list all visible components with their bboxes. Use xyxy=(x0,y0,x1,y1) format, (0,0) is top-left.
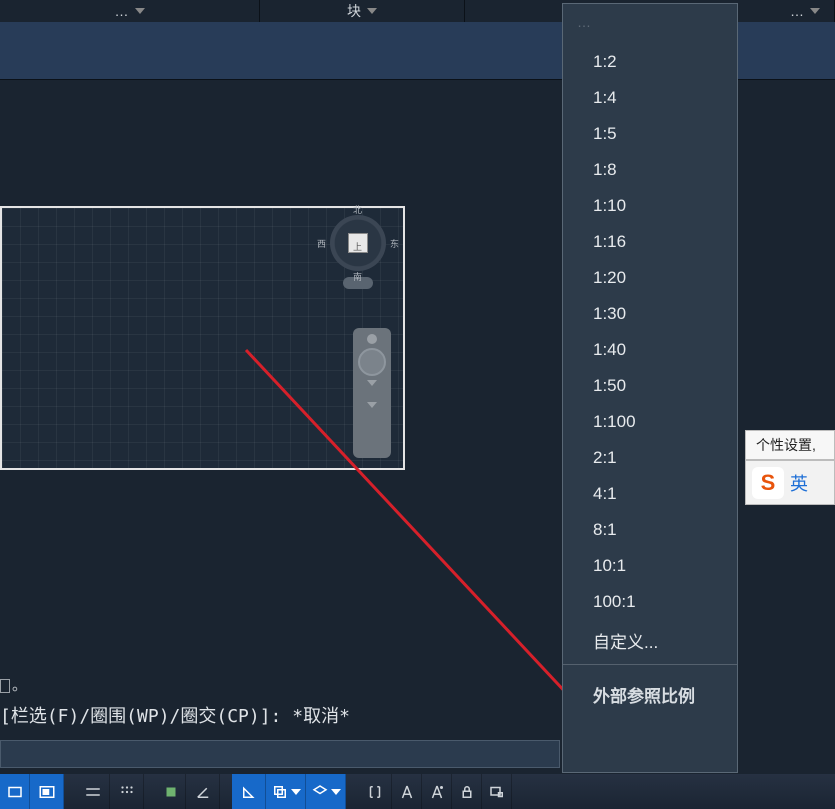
viewcube-ring[interactable]: 上 北 南 西 东 xyxy=(330,215,386,271)
viewcube-west-label: 西 xyxy=(317,237,326,250)
scale-list-dropdown: … 1:21:41:51:81:101:161:201:301:401:501:… xyxy=(562,3,738,773)
statusbar-osnap-button[interactable] xyxy=(232,774,266,809)
ime-panel-title[interactable]: 个性设置, xyxy=(745,430,835,460)
statusbar-cycling-button[interactable] xyxy=(482,774,512,809)
nav-steeringwheel-icon[interactable] xyxy=(358,348,386,376)
scale-option[interactable]: 1:20 xyxy=(563,260,737,296)
statusbar-annoauto-button[interactable] xyxy=(422,774,452,809)
viewcube-south-label: 南 xyxy=(353,270,362,283)
scale-option[interactable]: 自定义... xyxy=(563,620,737,661)
ime-language-label[interactable]: 英 xyxy=(790,470,808,496)
scale-option[interactable]: 1:2 xyxy=(563,44,737,80)
navigation-bar[interactable] xyxy=(353,328,391,458)
viewcube[interactable]: 上 北 南 西 东 xyxy=(325,215,391,295)
ribbon-group-right-label: … xyxy=(790,3,804,19)
chevron-down-icon xyxy=(331,789,341,795)
scale-option[interactable]: 1:5 xyxy=(563,116,737,152)
polar-icon xyxy=(194,783,212,801)
angle-icon xyxy=(240,783,258,801)
ribbon-group-left-label: … xyxy=(115,3,129,19)
ime-panel: 个性设置, S 英 xyxy=(745,430,835,505)
scale-list-scroll-hint: … xyxy=(577,14,591,30)
command-history-tail: 。 xyxy=(0,674,27,695)
ime-panel-body[interactable]: S 英 xyxy=(745,460,835,505)
model-tab-button[interactable] xyxy=(0,774,30,809)
isoplane-icon xyxy=(311,783,329,801)
viewcube-face-label: 上 xyxy=(353,242,362,252)
bracket-icon xyxy=(366,783,384,801)
scale-option[interactable]: 1:40 xyxy=(563,332,737,368)
command-prompt-line: [栏选(F)/圈围(WP)/圈交(CP)]: *取消* xyxy=(0,702,350,728)
statusbar-ortho-button[interactable] xyxy=(156,774,186,809)
grid-lines-icon xyxy=(84,783,102,801)
scale-option[interactable]: 10:1 xyxy=(563,548,737,584)
scale-option[interactable]: 2:1 xyxy=(563,440,737,476)
command-input[interactable] xyxy=(0,740,560,768)
model-grid[interactable]: 上 北 南 西 东 xyxy=(0,206,405,470)
ribbon-group-left[interactable]: … xyxy=(0,0,260,22)
statusbar-3dosnap-button[interactable] xyxy=(266,774,306,809)
scale-option[interactable]: 1:30 xyxy=(563,296,737,332)
compass-a2-icon xyxy=(428,783,446,801)
statusbar-lock-button[interactable] xyxy=(452,774,482,809)
statusbar-snap-button[interactable] xyxy=(110,774,144,809)
cube-snap-icon xyxy=(271,783,289,801)
cursor-box-icon xyxy=(0,679,10,693)
scale-option[interactable]: 1:16 xyxy=(563,224,737,260)
scale-option[interactable]: 1:10 xyxy=(563,188,737,224)
model-icon xyxy=(6,783,24,801)
nav-pan-icon[interactable] xyxy=(367,334,377,344)
sogou-logo-icon: S xyxy=(752,467,784,499)
scale-option[interactable]: 4:1 xyxy=(563,476,737,512)
chevron-down-icon xyxy=(135,8,145,14)
lock-icon xyxy=(458,783,476,801)
statusbar-polar-button[interactable] xyxy=(186,774,220,809)
layout-icon xyxy=(38,783,56,801)
statusbar-grid-button[interactable] xyxy=(76,774,110,809)
ortho-icon xyxy=(162,783,180,801)
command-history-text: 。 xyxy=(12,677,27,694)
viewport-lock-icon xyxy=(488,783,506,801)
scale-option[interactable]: 1:8 xyxy=(563,152,737,188)
viewcube-north-label: 北 xyxy=(353,203,362,216)
viewcube-east-label: 东 xyxy=(390,237,399,250)
ribbon-group-block[interactable]: 块 xyxy=(260,0,465,22)
chevron-down-icon xyxy=(291,789,301,795)
statusbar-annovisible-button[interactable] xyxy=(392,774,422,809)
nav-chevron-down-icon[interactable] xyxy=(367,402,377,408)
scale-option[interactable]: 8:1 xyxy=(563,512,737,548)
menu-separator xyxy=(563,664,737,665)
scale-xref-item[interactable]: 外部参照比例 xyxy=(563,668,737,707)
layout-tab-button[interactable] xyxy=(30,774,64,809)
statusbar-annoscale-button[interactable] xyxy=(358,774,392,809)
status-bar xyxy=(0,774,835,809)
scale-option[interactable]: 100:1 xyxy=(563,584,737,620)
chevron-down-icon xyxy=(367,8,377,14)
scale-option[interactable]: 1:50 xyxy=(563,368,737,404)
chevron-down-icon xyxy=(810,8,820,14)
viewcube-top-face[interactable]: 上 xyxy=(348,233,368,253)
scale-option[interactable]: 1:4 xyxy=(563,80,737,116)
compass-a-icon xyxy=(398,783,416,801)
snap-grid-icon xyxy=(118,783,136,801)
statusbar-lineweight-button[interactable] xyxy=(306,774,346,809)
ribbon-group-block-label: 块 xyxy=(347,1,361,21)
scale-option[interactable]: 1:100 xyxy=(563,404,737,440)
nav-chevron-down-icon[interactable] xyxy=(367,380,377,386)
